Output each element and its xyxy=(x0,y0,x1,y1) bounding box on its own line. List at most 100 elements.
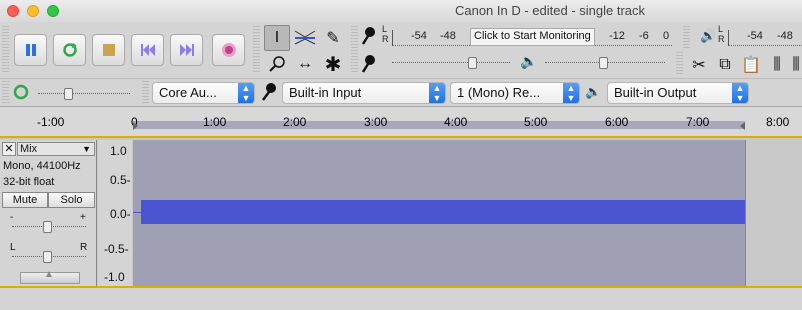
chevron-updown-icon: ▲ ▼ xyxy=(563,83,579,103)
scale-label: 1.0 xyxy=(110,144,127,158)
audio-host-value: Core Au... xyxy=(159,85,217,100)
selection-end-marker[interactable] xyxy=(740,122,745,130)
zoom-tool[interactable] xyxy=(264,51,290,77)
time-shift-tool[interactable]: ↔ xyxy=(292,51,318,77)
track-control-panel: ✕ Mix ▼ Mono, 44100Hz 32-bit float Mute … xyxy=(0,140,97,286)
solo-button[interactable]: Solo xyxy=(48,192,95,208)
playback-meter[interactable]: -54 -48 xyxy=(728,30,802,46)
record-button[interactable] xyxy=(212,34,245,66)
transcription-play-button[interactable] xyxy=(12,83,30,101)
silence-button[interactable]: ⫼ xyxy=(790,52,802,78)
recording-channels-dropdown[interactable]: 1 (Mono) Re... ▲ ▼ xyxy=(450,82,580,104)
meter-tick-label: -54 xyxy=(747,30,763,42)
playback-volume-slider[interactable] xyxy=(545,57,665,69)
meter-tick-label: -12 xyxy=(609,30,625,42)
trim-icon: ⫼ xyxy=(773,56,781,73)
ruler-label: 4:00 xyxy=(444,115,468,129)
selection-tool[interactable]: I xyxy=(264,25,290,51)
audio-host-dropdown[interactable]: Core Au... ▲ ▼ xyxy=(152,82,255,104)
multi-tool[interactable]: ✱ xyxy=(320,51,346,77)
record-meter[interactable]: -54 -48 Click to Start Monitoring -12 -6… xyxy=(392,28,672,46)
slider-thumb[interactable] xyxy=(64,88,73,100)
paste-button[interactable]: 📋 xyxy=(738,52,764,78)
device-grip[interactable] xyxy=(2,81,9,103)
envelope-tool[interactable] xyxy=(292,25,318,51)
speaker-icon: 🔈 xyxy=(585,84,602,99)
stop-button[interactable] xyxy=(92,34,125,66)
waveform-view[interactable] xyxy=(133,140,745,286)
start-monitoring-button[interactable]: Click to Start Monitoring xyxy=(470,28,595,46)
skip-to-start-button[interactable] xyxy=(131,34,164,66)
recording-device-value: Built-in Input xyxy=(289,85,362,100)
slider-thumb[interactable] xyxy=(43,221,52,233)
scale-label: 0.0- xyxy=(110,207,131,221)
skip-to-start-icon xyxy=(140,44,155,56)
scale-label: 0.5- xyxy=(110,173,131,187)
recording-device-dropdown[interactable]: Built-in Input ▲ ▼ xyxy=(282,82,446,104)
track-menu-button[interactable]: Mix ▼ xyxy=(17,142,95,156)
meter-grip[interactable] xyxy=(351,26,358,74)
empty-track-area[interactable] xyxy=(745,140,802,286)
playback-speed-slider[interactable] xyxy=(38,88,130,100)
device-toolbar: Core Au... ▲ ▼ Built-in Input ▲ ▼ 1 (Mono)… xyxy=(0,78,802,106)
playback-meter-icon[interactable]: 🔊 xyxy=(700,28,716,44)
double-arrow-icon: ↔ xyxy=(297,55,313,72)
empty-project-area[interactable] xyxy=(0,286,802,310)
selection-start-marker[interactable] xyxy=(133,122,138,130)
pause-icon xyxy=(25,44,36,56)
skip-to-end-icon xyxy=(179,44,194,56)
tools-grip[interactable] xyxy=(253,26,260,74)
device-grip[interactable] xyxy=(142,81,149,103)
scissors-icon: ✂ xyxy=(692,57,706,74)
gain-slider[interactable] xyxy=(12,221,86,233)
scale-label: -1.0 xyxy=(104,270,125,284)
gain-plus-label: + xyxy=(80,212,86,223)
amplitude-scale[interactable]: 1.0 0.5- 0.0- -0.5- -1.0 xyxy=(98,140,132,286)
loop-button[interactable] xyxy=(53,34,86,66)
toolbar-grip[interactable] xyxy=(2,26,9,74)
pause-button[interactable] xyxy=(14,34,47,66)
pan-right-label: R xyxy=(80,242,88,253)
clipboard-icon: 📋 xyxy=(741,57,761,74)
minimize-window-button[interactable] xyxy=(27,5,39,17)
edit-grip[interactable] xyxy=(676,52,683,76)
magnifier-icon xyxy=(269,56,285,72)
zoom-window-button[interactable] xyxy=(47,5,59,17)
recording-channels-value: 1 (Mono) Re... xyxy=(457,85,541,100)
record-lr-label: LR xyxy=(382,24,389,44)
meter-tick-label: 0 xyxy=(663,30,670,42)
track-format: Mono, 44100Hz xyxy=(3,160,81,172)
chevron-updown-icon: ▲ ▼ xyxy=(238,83,254,103)
asterisk-icon: ✱ xyxy=(324,53,342,76)
trim-button[interactable]: ⫼ xyxy=(764,52,790,78)
mic-volume-icon xyxy=(361,54,385,74)
copy-button[interactable]: ⧉ xyxy=(712,52,738,78)
scale-label: -0.5- xyxy=(104,242,129,256)
microphone-icon xyxy=(260,82,278,102)
slider-thumb[interactable] xyxy=(599,57,608,69)
timeline-ruler[interactable]: -1:00 0 1:00 2:00 3:00 4:00 5:00 6:00 7:… xyxy=(0,106,802,136)
pencil-icon: ✎ xyxy=(326,30,340,47)
meter-tick-label: -6 xyxy=(639,30,649,42)
skip-to-end-button[interactable] xyxy=(170,34,203,66)
ruler-label: -1:00 xyxy=(37,115,65,129)
draw-tool[interactable]: ✎ xyxy=(320,25,346,51)
close-track-button[interactable]: ✕ xyxy=(2,142,16,156)
pan-slider[interactable] xyxy=(12,251,86,263)
slider-thumb[interactable] xyxy=(468,57,477,69)
waveform xyxy=(141,200,745,224)
record-volume-slider[interactable] xyxy=(392,57,510,69)
slider-thumb[interactable] xyxy=(43,251,52,263)
collapse-track-button[interactable]: ▲ xyxy=(20,269,80,284)
ruler-label: 5:00 xyxy=(524,115,548,129)
close-window-button[interactable] xyxy=(7,5,19,17)
playback-device-dropdown[interactable]: Built-in Output ▲ ▼ xyxy=(607,82,749,104)
ruler-label: 6:00 xyxy=(605,115,629,129)
silence-icon: ⫼ xyxy=(792,56,800,73)
mute-button[interactable]: Mute xyxy=(2,192,48,208)
loop-icon xyxy=(62,43,77,57)
ruler-label: 2:00 xyxy=(283,115,307,129)
playback-meter-grip[interactable] xyxy=(683,26,690,50)
ruler-label: 3:00 xyxy=(364,115,388,129)
cut-button[interactable]: ✂ xyxy=(686,52,712,78)
